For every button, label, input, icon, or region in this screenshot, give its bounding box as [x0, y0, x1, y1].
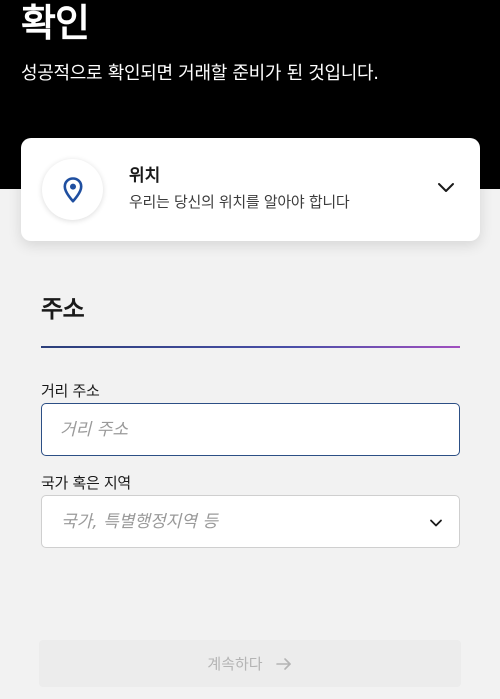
country-region-select[interactable]: 국가, 특별행정지역 등	[41, 495, 460, 548]
location-card-description: 우리는 당신의 위치를 알아야 합니다	[129, 193, 350, 211]
country-region-label: 국가 혹은 지역	[41, 474, 131, 492]
location-pin-icon	[63, 176, 82, 202]
country-region-placeholder: 국가, 특별행정지역 등	[61, 512, 218, 532]
street-address-input[interactable]	[41, 403, 460, 456]
continue-label: 계속하다	[207, 655, 263, 673]
arrow-right-icon	[275, 657, 291, 670]
location-pin-badge	[42, 159, 103, 220]
chevron-down-icon[interactable]	[435, 177, 457, 199]
page-subtitle: 성공적으로 확인되면 거래할 준비가 된 것입니다.	[21, 63, 379, 84]
location-card[interactable]: 위치 우리는 당신의 위치를 알아야 합니다	[21, 138, 480, 241]
location-card-title: 위치	[129, 166, 161, 186]
chevron-down-icon	[430, 519, 442, 527]
continue-button[interactable]: 계속하다	[39, 640, 461, 687]
page-title: 확인	[21, 1, 90, 45]
street-address-label: 거리 주소	[41, 382, 100, 400]
section-divider	[41, 346, 460, 348]
address-section-title: 주소	[41, 295, 85, 323]
